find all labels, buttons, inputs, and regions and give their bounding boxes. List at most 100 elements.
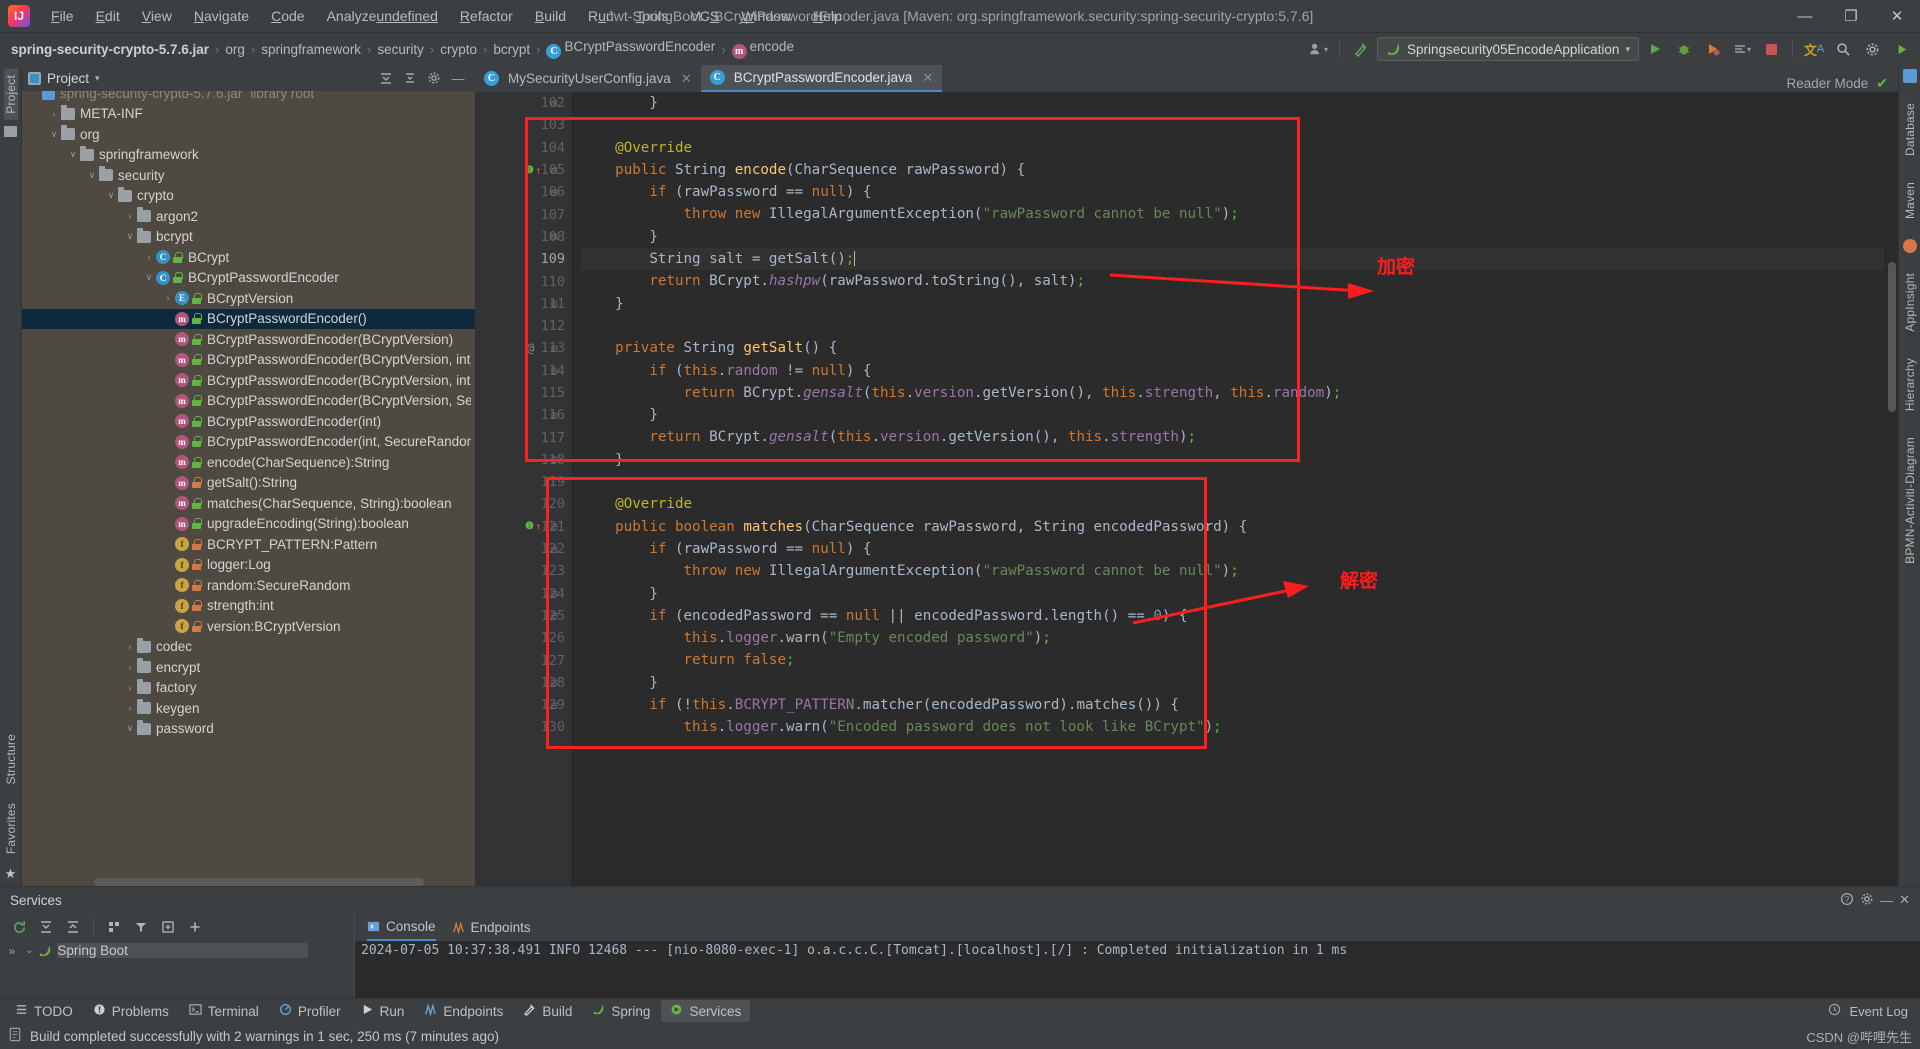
disclosure-triangle[interactable]: › [123, 662, 137, 672]
minimize-icon[interactable]: — [1880, 893, 1893, 908]
settings-icon[interactable] [423, 67, 445, 89]
expand-all-icon[interactable] [34, 916, 58, 938]
code-line[interactable]: if (this.random != null) { [581, 360, 1884, 382]
filter-icon[interactable] [129, 916, 153, 938]
code-line[interactable]: @Override [581, 137, 1884, 159]
translate-icon[interactable]: 文A [1801, 37, 1827, 61]
editor-tab-0[interactable]: C MySecurityUserConfig.java ✕ [475, 65, 701, 92]
tree-row[interactable]: ∨ bcrypt [22, 227, 475, 248]
tree-row[interactable]: m matches(CharSequence, String):boolean [22, 493, 475, 514]
fold-end-icon[interactable]: ⊡ [551, 676, 558, 689]
disclosure-triangle[interactable]: › [123, 642, 137, 652]
tree-row[interactable]: › C BCrypt [22, 247, 475, 268]
disclosure-triangle[interactable]: ∨ [123, 231, 137, 242]
run-icon[interactable] [1642, 37, 1668, 61]
bottom-tab-profiler[interactable]: Profiler [270, 1000, 350, 1022]
line-number-gutter[interactable]: ⊡ 102 103 104 ❶ ↑ ⊟ 105 ⊟ 106 107 ⊡ 108 109 110 ⊡ 111 112… [475, 92, 571, 886]
folder-icon[interactable] [4, 125, 17, 137]
chevron-down-icon[interactable]: ⌄ [25, 945, 33, 956]
tree-row[interactable]: m upgradeEncoding(String):boolean [22, 514, 475, 535]
hide-panel-icon[interactable]: — [447, 67, 469, 89]
code-line[interactable]: this.logger.warn("Encoded password does … [581, 716, 1884, 738]
rail-item-hierarchy[interactable]: Hierarchy [1903, 352, 1917, 417]
implements-arrow-icon[interactable]: ↑ [535, 520, 542, 533]
code-line[interactable]: if (rawPassword == null) { [581, 181, 1884, 203]
services-tree-row[interactable]: » ⌄ Spring Boot [4, 941, 354, 960]
tree-row[interactable]: ∨ security [22, 165, 475, 186]
rail-item-bpmn[interactable]: BPMN-Activiti-Diagram [1903, 431, 1917, 570]
code-line[interactable]: return BCrypt.hashpw(rawPassword.toStrin… [581, 270, 1884, 292]
code-line[interactable]: return BCrypt.gensalt(this.version.getVe… [581, 426, 1884, 448]
code-line[interactable]: public String encode(CharSequence rawPas… [581, 159, 1884, 181]
override-gutter-icon[interactable]: ❶ [525, 165, 534, 176]
breadcrumb-item-1[interactable]: org [220, 40, 250, 59]
disclosure-triangle[interactable]: ∨ [66, 149, 80, 160]
menu-item-build[interactable]: Build [524, 4, 577, 28]
new-tab-icon[interactable] [156, 916, 180, 938]
event-log-label[interactable]: Event Log [1849, 1004, 1908, 1019]
rail-item-favorites[interactable]: Favorites [4, 797, 18, 860]
bottom-tab-services[interactable]: Services [661, 1000, 751, 1022]
maximize-button[interactable]: ❐ [1828, 0, 1874, 33]
expand-all-icon[interactable] [399, 67, 421, 89]
tree-row[interactable]: f strength:int [22, 596, 475, 617]
add-icon[interactable] [183, 916, 207, 938]
close-tab-icon[interactable]: ✕ [922, 70, 933, 86]
menu-item-tools[interactable]: Tools [625, 4, 680, 28]
help-icon[interactable]: ? [1840, 892, 1854, 909]
breadcrumb-item-0[interactable]: spring-security-crypto-5.7.6.jar [6, 40, 214, 59]
tab-endpoints[interactable]: Endpoints [452, 913, 531, 941]
coverage-icon[interactable] [1700, 37, 1726, 61]
fold-end-icon[interactable]: ⊡ [551, 409, 558, 422]
stop-icon[interactable] [1758, 37, 1784, 61]
code-line[interactable]: } [581, 449, 1884, 471]
menu-item-run[interactable]: Run [577, 4, 625, 28]
code-line[interactable]: throw new IllegalArgumentException("rawP… [581, 560, 1884, 582]
code-line[interactable]: public boolean matches(CharSequence rawP… [581, 516, 1884, 538]
minimize-button[interactable]: — [1782, 0, 1828, 33]
debug-icon[interactable] [1671, 37, 1697, 61]
tree-row[interactable]: ∨ crypto [22, 186, 475, 207]
breadcrumb-item-6[interactable]: C BCryptPasswordEncoder [541, 37, 720, 61]
run-configuration-selector[interactable]: Springsecurity05EncodeApplication ▾ [1377, 37, 1639, 61]
collapse-all-icon[interactable] [61, 916, 85, 938]
code-line[interactable]: throw new IllegalArgumentException("rawP… [581, 203, 1884, 225]
breadcrumb-item-2[interactable]: springframework [256, 40, 366, 59]
tab-console[interactable]: Console [367, 913, 436, 941]
appinsight-icon[interactable] [1902, 239, 1917, 254]
breadcrumb-item-3[interactable]: security [372, 40, 429, 59]
tree-row[interactable]: › E BCryptVersion [22, 288, 475, 309]
scrollbar-thumb[interactable] [1888, 262, 1896, 412]
tree-row[interactable]: m BCryptPasswordEncoder(BCryptVersion, Se… [22, 391, 475, 412]
bottom-tab-endpoints[interactable]: Endpoints [415, 1000, 512, 1022]
close-button[interactable]: ✕ [1874, 0, 1920, 33]
expand-more-icon[interactable]: » [4, 944, 20, 958]
tree-row[interactable]: f version:BCryptVersion [22, 616, 475, 637]
tree-row[interactable]: m getSalt():String [22, 473, 475, 494]
tree-row[interactable]: ∨ C BCryptPasswordEncoder [22, 268, 475, 289]
disclosure-triangle[interactable]: ∨ [85, 170, 99, 181]
menu-item-help[interactable]: Help [802, 4, 853, 28]
menu-item-navigate[interactable]: Navigate [183, 4, 260, 28]
code-line[interactable]: } [581, 92, 1884, 114]
code-line[interactable]: if (rawPassword == null) { [581, 538, 1884, 560]
menu-item-vcs[interactable]: VCS [679, 4, 730, 28]
settings-icon[interactable] [1860, 892, 1874, 909]
tree-row[interactable]: › keygen [22, 698, 475, 719]
chevron-down-icon[interactable]: ▾ [95, 73, 100, 84]
tree-row[interactable]: m BCryptPasswordEncoder(BCryptVersion, in… [22, 350, 475, 371]
reader-mode-indicator[interactable]: Reader Mode ✔ [1786, 75, 1898, 92]
tree-row[interactable]: m BCryptPasswordEncoder(int) [22, 411, 475, 432]
tree-row[interactable]: › META-INF [22, 104, 475, 125]
code-line[interactable]: return BCrypt.gensalt(this.version.getVe… [581, 382, 1884, 404]
collapse-all-icon[interactable] [375, 67, 397, 89]
tree-row[interactable]: m BCryptPasswordEncoder() [22, 308, 475, 329]
bottom-tab-terminal[interactable]: Terminal [180, 1000, 268, 1022]
breadcrumb-item-5[interactable]: bcrypt [488, 40, 535, 59]
code-viewport[interactable]: ⊡ 102 103 104 ❶ ↑ ⊟ 105 ⊟ 106 107 ⊡ 108 109 110 ⊡ 111 112… [475, 92, 1898, 886]
code-line[interactable] [581, 315, 1884, 337]
user-icon[interactable]: ▾ [1305, 37, 1331, 61]
tree-row[interactable]: ∨ password [22, 719, 475, 740]
override-gutter-icon[interactable]: ❶ [525, 521, 534, 532]
rail-item-maven[interactable]: Maven [1903, 176, 1917, 225]
